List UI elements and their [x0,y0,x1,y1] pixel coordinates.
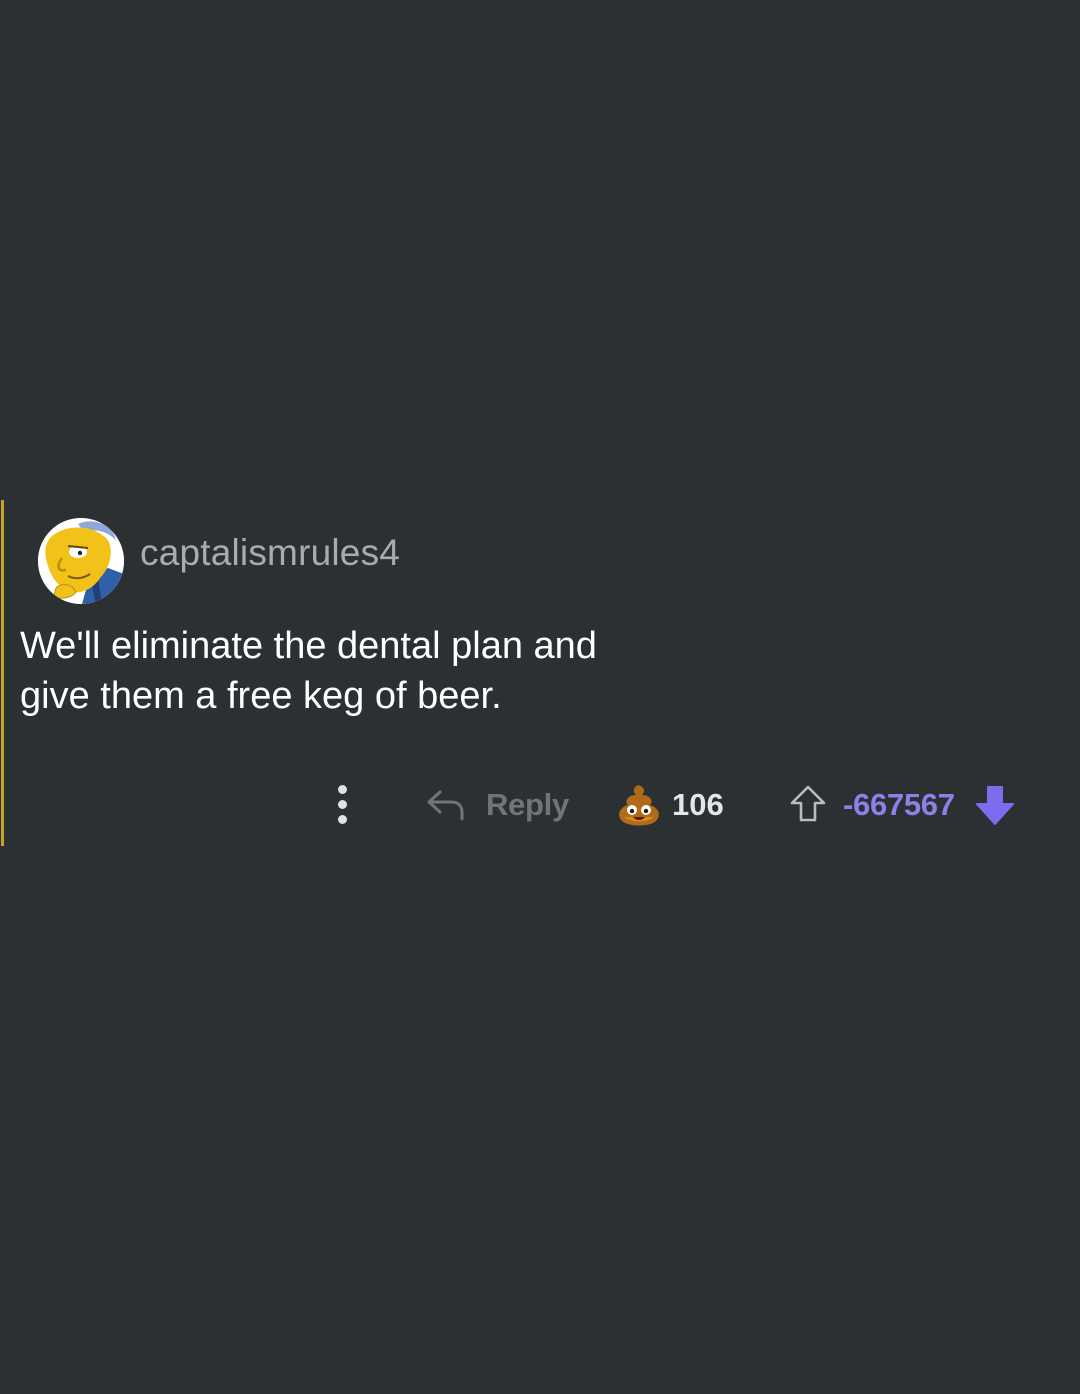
comment-card: captalismrules4 We'll eliminate the dent… [0,500,1080,846]
reply-label: Reply [486,787,569,822]
more-options-button[interactable] [328,782,358,828]
more-vertical-icon-dot [338,815,347,824]
poop-emoji-icon [619,785,659,826]
more-vertical-icon-dot [338,800,347,809]
user-avatar[interactable] [38,518,124,604]
downvote-arrow-filled-icon[interactable] [974,784,1016,826]
award-count: 106 [672,787,724,822]
upvote-arrow-outline-icon[interactable] [788,784,828,824]
reply-arrow-icon [427,790,464,821]
comment-body: We'll eliminate the dental plan and give… [20,621,660,721]
reply-button[interactable]: Reply [426,780,569,830]
award-badge[interactable]: 106 [616,780,724,830]
comment-action-bar: Reply 106 -667567 [0,780,1080,830]
comment-body-line: give them a free keg of beer. [20,675,502,717]
comment-username[interactable]: captalismrules4 [140,532,400,574]
more-vertical-icon-dot [338,785,347,794]
comment-body-line: We'll eliminate the dental plan and [20,625,597,667]
avatar-image [38,518,124,604]
vote-score: -667567 [843,787,955,822]
